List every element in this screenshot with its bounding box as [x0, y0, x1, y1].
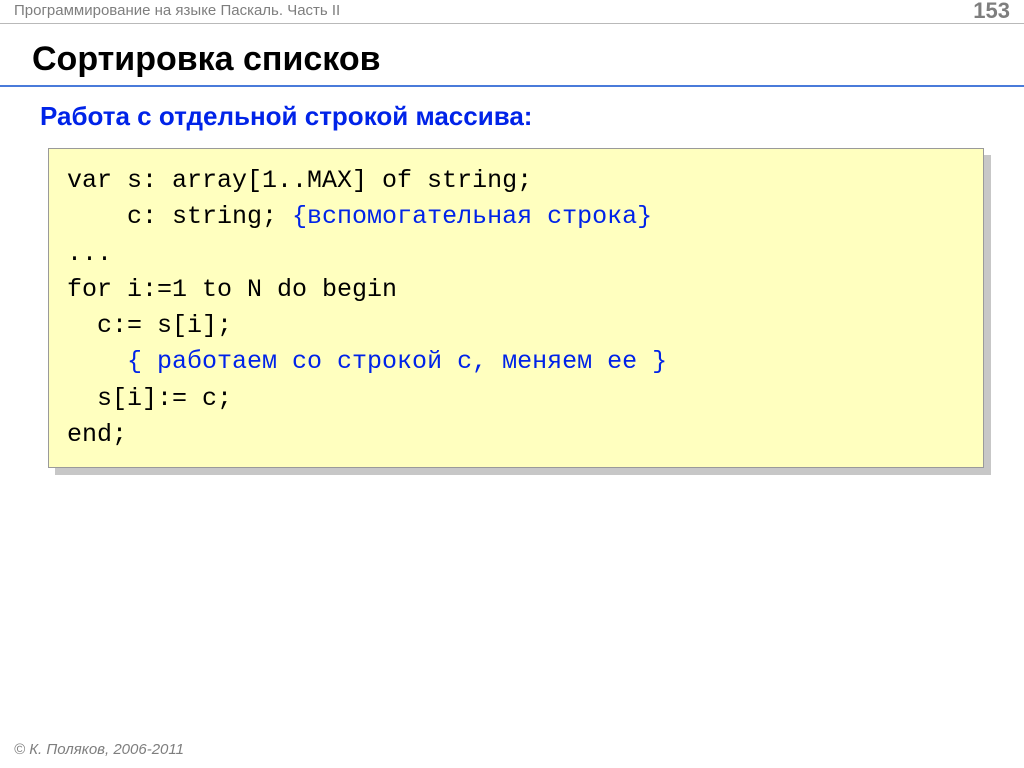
code-line: end;: [67, 420, 127, 449]
code-line: for i:=1 to N do begin: [67, 275, 397, 304]
section-subtitle: Работа с отдельной строкой массива:: [40, 101, 984, 132]
page-number: 153: [973, 0, 1010, 24]
footer-copyright: © К. Поляков, 2006-2011: [14, 741, 184, 758]
code-line: s[i]:= c;: [67, 384, 232, 413]
header-chapter: Программирование на языке Паскаль. Часть…: [14, 2, 340, 19]
page-title: Сортировка списков: [32, 40, 992, 79]
code-line: [67, 347, 127, 376]
code-comment: { работаем со строкой c, меняем ее }: [127, 347, 667, 376]
title-underline: [0, 85, 1024, 87]
header-bar: Программирование на языке Паскаль. Часть…: [0, 0, 1024, 24]
code-content: var s: array[1..MAX] of string; c: strin…: [48, 148, 984, 468]
code-line: ...: [67, 239, 112, 268]
code-line: var s: array[1..MAX] of string;: [67, 166, 532, 195]
code-line: c:= s[i];: [67, 311, 232, 340]
code-comment: {вспомогательная строка}: [292, 202, 652, 231]
code-line: c: string;: [67, 202, 292, 231]
code-block: var s: array[1..MAX] of string; c: strin…: [48, 148, 984, 468]
